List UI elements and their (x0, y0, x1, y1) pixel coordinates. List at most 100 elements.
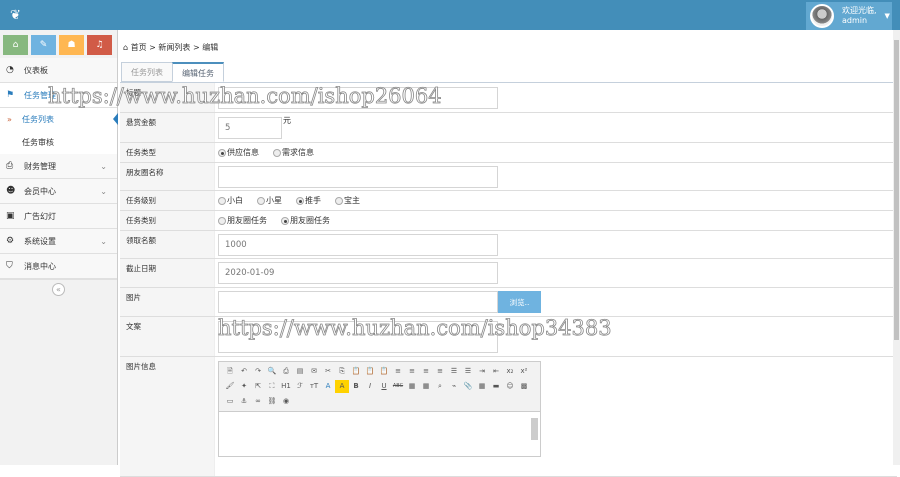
editor-backcolor-button[interactable]: A (335, 380, 349, 393)
edit-task-form: 标题 悬赏金额 5 元 任务类型 供应信息 需求信息 朋友圈名称 任务级别 小白 小… (120, 82, 897, 477)
moments-label: 朋友圈名称 (120, 163, 215, 190)
editor-tool-button[interactable]: 📋 (377, 365, 391, 378)
moments-name-input[interactable] (218, 165, 498, 188)
title-input[interactable] (218, 86, 498, 109)
bell-shortcut-button[interactable]: ♫ (87, 35, 112, 55)
editor-tool-button[interactable]: ▩ (517, 380, 531, 393)
tab-edit-task[interactable]: 编辑任务 (172, 62, 224, 82)
sidebar-item-ads[interactable]: ▣ 广告幻灯 (0, 204, 117, 229)
breadcrumb-list[interactable]: 新闻列表 (158, 43, 190, 52)
editor-font-button[interactable]: ℱ (293, 380, 307, 393)
sidebar-subitem-task-review[interactable]: 任务审核 (0, 131, 117, 154)
welcome-text: 欢迎光临, (842, 6, 877, 15)
editor-tool-button[interactable]: 📎 (461, 380, 475, 393)
editor-bold-button[interactable]: B (349, 380, 363, 393)
page-scrollbar[interactable] (893, 30, 900, 465)
editor-tool-button[interactable]: ↷ (251, 365, 265, 378)
sidebar-item-messages[interactable]: ⛉ 消息中心 (0, 254, 117, 279)
editor-tool-button[interactable]: ▦ (475, 380, 489, 393)
sidebar: ⌂ ✎ ☗ ♫ ◔仪表板 ⚑任务管理 任务列表 任务审核 ⎙财务管理⌄ ☻会员中… (0, 30, 118, 465)
editor-tool-button[interactable]: ☰ (461, 365, 475, 378)
type-radio-supply[interactable]: 供应信息 (218, 147, 259, 158)
editor-tool-button[interactable]: ⇥ (475, 365, 489, 378)
editor-tool-button[interactable]: ▭ (223, 395, 237, 408)
type-radio-demand[interactable]: 需求信息 (273, 147, 314, 158)
imageinfo-label: 图片信息 (120, 357, 215, 476)
editor-tool-button[interactable]: 🖌 (223, 380, 237, 393)
deadline-input[interactable]: 2020-01-09 (218, 262, 498, 284)
browse-button[interactable]: 浏览.. (498, 291, 541, 313)
breadcrumb-home[interactable]: 首页 (131, 43, 147, 52)
editor-tool-button[interactable]: ◉ (279, 395, 293, 408)
editor-tool-button[interactable]: ⌕ (433, 380, 447, 393)
editor-scrollbar[interactable] (531, 418, 538, 440)
editor-tool-button[interactable]: ≡ (405, 365, 419, 378)
editor-tool-button[interactable]: ▤ (293, 365, 307, 378)
editor-tool-button[interactable]: ☺ (503, 380, 517, 393)
editor-tool-button[interactable]: 📋 (363, 365, 377, 378)
editor-tool-button[interactable]: ⇤ (489, 365, 503, 378)
sidebar-item-tasks[interactable]: ⚑ 任务管理 (0, 83, 117, 108)
editor-tool-button[interactable]: ≡ (433, 365, 447, 378)
editor-tool-button[interactable]: ⇱ (251, 380, 265, 393)
flag-icon: ⚑ (6, 90, 15, 100)
editor-tool-button[interactable]: ↶ (237, 365, 251, 378)
editor-forecolor-button[interactable]: A (321, 380, 335, 393)
editor-tool-button[interactable]: ⎙ (279, 365, 293, 378)
image-file-input[interactable] (218, 291, 498, 313)
editor-tool-button[interactable]: ▦ (419, 380, 433, 393)
editor-body[interactable] (219, 411, 540, 456)
tab-task-list[interactable]: 任务列表 (121, 62, 173, 82)
editor-tool-button[interactable]: ≡ (391, 365, 405, 378)
home-shortcut-button[interactable]: ⌂ (3, 35, 28, 55)
category-radio-0[interactable]: 朋友圈任务 (218, 215, 267, 226)
editor-tool-button[interactable]: ✉ (307, 365, 321, 378)
group-shortcut-button[interactable]: ☗ (59, 35, 84, 55)
sidebar-item-settings[interactable]: ⚙ 系统设置 ⌄ (0, 229, 117, 254)
caret-down-icon: ▼ (884, 12, 890, 20)
top-navbar: ❦ 欢迎光临, admin ▼ (0, 0, 900, 30)
editor-tool-button[interactable]: x² (517, 365, 531, 378)
reward-input[interactable]: 5 (218, 117, 282, 139)
editor-tool-button[interactable]: 🔍 (265, 365, 279, 378)
level-radio-1[interactable]: 小星 (257, 195, 282, 206)
editor-tool-button[interactable]: ∞ (251, 395, 265, 408)
sidebar-item-dashboard[interactable]: ◔ 仪表板 (0, 58, 117, 83)
editor-tool-button[interactable]: ✂ (321, 365, 335, 378)
level-radio-0[interactable]: 小白 (218, 195, 243, 206)
editor-strike-button[interactable]: ABC (391, 380, 405, 393)
editor-tool-button[interactable]: x₂ (503, 365, 517, 378)
leaf-icon[interactable]: ❦ (10, 8, 21, 23)
editor-tool-button[interactable]: 📋 (349, 365, 363, 378)
type-label: 任务类型 (120, 143, 215, 162)
level-radio-2[interactable]: 推手 (296, 195, 321, 206)
editor-italic-button[interactable]: I (363, 380, 377, 393)
editor-tool-button[interactable]: ⎘ (335, 365, 349, 378)
sidebar-subitem-task-list[interactable]: 任务列表 (0, 108, 118, 131)
quota-input[interactable]: 1000 (218, 233, 498, 256)
editor-tool-button[interactable]: ☰ (447, 365, 461, 378)
editor-tool-button[interactable]: ▬ (489, 380, 503, 393)
level-radio-3[interactable]: 宝主 (335, 195, 360, 206)
editor-tool-button[interactable]: 🗎 (223, 365, 237, 378)
category-radio-1[interactable]: 朋友圈任务 (281, 215, 330, 226)
editor-size-button[interactable]: тT (307, 380, 321, 393)
pencil-shortcut-button[interactable]: ✎ (31, 35, 56, 55)
user-menu[interactable]: 欢迎光临, admin ▼ (806, 2, 892, 30)
editor-tool-button[interactable]: ▦ (405, 380, 419, 393)
editor-tool-button[interactable]: ⛶ (265, 380, 279, 393)
copy-textarea[interactable] (218, 321, 498, 353)
sidebar-item-finance[interactable]: ⎙ 财务管理 ⌄ (0, 154, 117, 179)
editor-underline-button[interactable]: U (377, 380, 391, 393)
collapse-sidebar-button[interactable]: « (52, 283, 65, 296)
editor-tool-button[interactable]: ✦ (237, 380, 251, 393)
editor-tool-button[interactable]: ⌁ (447, 380, 461, 393)
reward-unit: 元 (283, 116, 291, 125)
sidebar-item-members[interactable]: ☻ 会员中心 ⌄ (0, 179, 117, 204)
user-icon: ☻ (6, 186, 16, 196)
editor-tool-button[interactable]: ⛓ (265, 395, 279, 408)
chevron-down-icon: ⌄ (100, 186, 107, 196)
editor-h1-button[interactable]: H1 (279, 380, 293, 393)
editor-tool-button[interactable]: ≡ (419, 365, 433, 378)
editor-tool-button[interactable]: ⚓ (237, 395, 251, 408)
